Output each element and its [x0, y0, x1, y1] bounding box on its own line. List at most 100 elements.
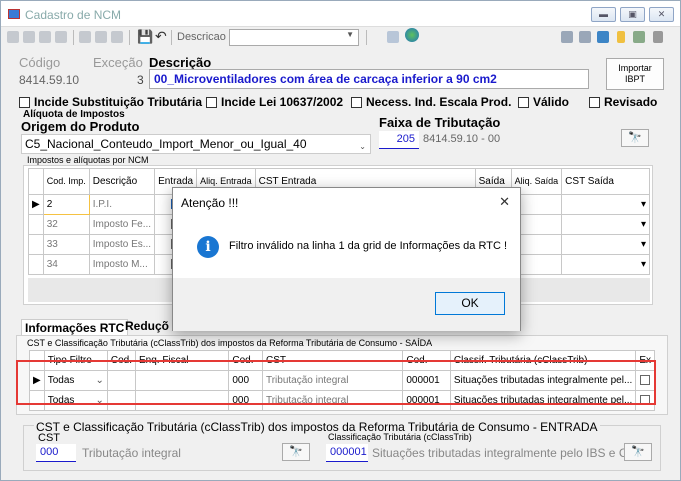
report-icon[interactable] — [387, 31, 399, 43]
incide-lei-checkbox[interactable]: Incide Lei 10637/2002 — [206, 95, 343, 109]
rtc-entrada-panel: CST e Classificação Tributária (cClassTr… — [23, 420, 661, 471]
excecao-label: Exceção — [93, 55, 143, 70]
dialog-body: i Filtro inválido na linha 1 da grid de … — [173, 218, 520, 278]
incide-st-label: Incide Substituição Tributária — [34, 95, 203, 109]
col-cst-saida[interactable]: CST Saída — [561, 168, 650, 195]
dialog-title: Atenção !!! — [181, 196, 239, 210]
descricao-input[interactable]: 00_Microventiladores com área de carcaça… — [149, 69, 589, 89]
cell-desc: Imposto M... — [88, 254, 156, 275]
alert-dialog: Atenção !!! ✕ i Filtro inválido na linha… — [172, 187, 521, 331]
incide-lei-label: Incide Lei 10637/2002 — [221, 95, 344, 109]
ibpt-label: IBPT — [624, 74, 645, 84]
main-window: Cadastro de NCM ▬ ▣ ✕ 💾 ↶ Descricao ▼ Có… — [0, 0, 681, 481]
cst-desc: Tributação integral — [82, 446, 181, 460]
revisado-checkbox[interactable]: Revisado — [589, 95, 657, 109]
dialog-close-button[interactable]: ✕ — [499, 194, 510, 210]
cst-search-button[interactable]: 🔭 — [282, 443, 310, 461]
necess-ind-checkbox[interactable]: Necess. Ind. Escala Prod. — [351, 95, 511, 109]
excecao-value[interactable]: 3 — [137, 73, 144, 87]
cell-cod[interactable]: 32 — [42, 214, 90, 235]
rtc-entrada-title: CST e Classificação Tributária (cClassTr… — [34, 420, 600, 434]
search-combo[interactable]: ▼ — [229, 29, 359, 46]
save-icon[interactable]: 💾 — [137, 29, 153, 45]
app-icon — [8, 9, 20, 19]
class-search-button[interactable]: 🔭 — [624, 443, 652, 461]
cst-label: CST — [38, 432, 60, 444]
maximize-button[interactable]: ▣ — [620, 7, 645, 22]
last-record-icon[interactable] — [55, 31, 67, 43]
cell-cod[interactable]: 33 — [42, 234, 90, 255]
config-icon[interactable] — [561, 31, 573, 43]
undo-icon[interactable]: ↶ — [155, 28, 167, 45]
row-indicator: ▶ — [28, 194, 44, 215]
toolbar-separator — [129, 30, 130, 45]
importar-label: Importar — [618, 63, 652, 73]
faixa-search-button[interactable]: 🔭 — [621, 129, 649, 147]
ok-button[interactable]: OK — [435, 292, 505, 315]
delete-icon[interactable] — [95, 31, 107, 43]
codigo-label: Código — [19, 55, 61, 70]
cell-cst-saida[interactable]: ▾ — [561, 254, 650, 275]
codigo-value[interactable]: 8414.59.10 — [19, 73, 79, 87]
impostos-grid-title: Impostos e alíquotas por NCM — [27, 155, 149, 165]
next-record-icon[interactable] — [39, 31, 51, 43]
importar-ibpt-button[interactable]: Importar IBPT — [606, 58, 664, 90]
help-icon[interactable] — [633, 31, 645, 43]
add-icon[interactable] — [79, 31, 91, 43]
tab-informacoes-rtc[interactable]: Informações RTC — [21, 319, 129, 336]
cancel-icon[interactable] — [111, 31, 123, 43]
col-descricao[interactable]: Descrição — [88, 168, 156, 195]
dialog-footer: OK — [173, 278, 520, 331]
origem-label: Origem do Produto — [21, 119, 140, 134]
grid-corner — [28, 168, 44, 195]
chevron-down-icon: ⌄ — [359, 142, 366, 151]
class-desc: Situações tributadas integralmente pelo … — [372, 446, 647, 460]
revisado-label: Revisado — [604, 95, 658, 109]
rtc-saida-title: CST e Classificação Tributária (cClassTr… — [27, 338, 433, 348]
highlight-box — [16, 360, 656, 405]
row-indicator — [28, 254, 44, 275]
row-indicator — [28, 214, 44, 235]
cst-code-input[interactable]: 000 — [36, 444, 76, 462]
first-record-icon[interactable] — [7, 31, 19, 43]
tab-reducoes[interactable]: Reduçõ — [125, 319, 169, 333]
prev-record-icon[interactable] — [23, 31, 35, 43]
origem-value: C5_Nacional_Conteudo_Import_Menor_ou_Igu… — [25, 137, 307, 151]
origem-select[interactable]: C5_Nacional_Conteudo_Import_Menor_ou_Igu… — [21, 134, 371, 154]
cell-desc: Imposto Es... — [88, 234, 156, 255]
window-title: Cadastro de NCM — [25, 8, 122, 22]
search-icon[interactable] — [579, 31, 591, 43]
dialog-message: Filtro inválido na linha 1 da grid de In… — [229, 240, 507, 252]
class-label: Classificação Tributária (cClassTrib) — [328, 432, 472, 442]
toolbar: 💾 ↶ Descricao ▼ — [1, 28, 680, 48]
cell-cst-saida[interactable]: ▾ — [561, 234, 650, 255]
necess-ind-label: Necess. Ind. Escala Prod. — [366, 95, 512, 109]
cell-cst-saida[interactable]: ▾ — [561, 214, 650, 235]
info-icon: i — [197, 236, 219, 258]
binoculars-icon: 🔭 — [628, 132, 642, 144]
col-cod-imp[interactable]: Cod. Imp. — [42, 168, 90, 195]
faixa-desc: 8414.59.10 - 00 — [423, 133, 501, 145]
row-indicator — [28, 234, 44, 255]
title-bar: Cadastro de NCM ▬ ▣ ✕ — [1, 1, 680, 27]
class-code-input[interactable]: 000001 — [326, 444, 368, 462]
valido-checkbox[interactable]: Válido — [518, 95, 569, 109]
cell-desc: Imposto Fe... — [88, 214, 156, 235]
descricao-toolbar-label: Descricao — [177, 31, 226, 43]
chevron-down-icon: ▼ — [346, 30, 354, 39]
minimize-button[interactable]: ▬ — [591, 7, 616, 22]
cell-cod[interactable]: 2 — [42, 194, 90, 215]
faixa-code-input[interactable]: 205 — [379, 131, 419, 149]
close-window-button[interactable]: ✕ — [649, 7, 674, 22]
menu-icon[interactable] — [653, 31, 663, 43]
export-icon[interactable] — [617, 31, 625, 43]
cell-desc: I.P.I. — [88, 194, 156, 215]
faixa-label: Faixa de Tributação — [379, 115, 501, 130]
cell-cod[interactable]: 34 — [42, 254, 90, 275]
globe-icon[interactable] — [405, 28, 419, 42]
incide-st-checkbox[interactable]: Incide Substituição Tributária — [19, 95, 202, 109]
refresh-icon[interactable] — [597, 31, 609, 43]
toolbar-separator — [73, 30, 74, 45]
valido-label: Válido — [533, 95, 570, 109]
cell-cst-saida[interactable]: ▾ — [561, 194, 650, 215]
